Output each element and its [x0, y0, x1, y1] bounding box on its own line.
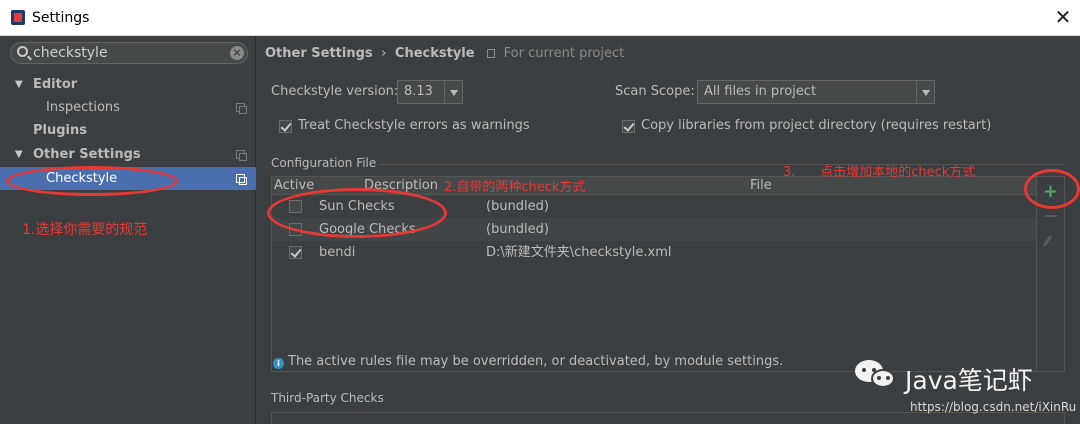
copy-libraries-label: Copy libraries from project directory (r…	[641, 118, 992, 133]
scan-scope-value: All files in project	[704, 84, 817, 99]
watermark-name: Java笔记虾	[905, 366, 1033, 395]
annotation-step3: 3. 点击增加本地的check方式	[783, 165, 976, 180]
project-settings-icon	[236, 103, 247, 114]
copy-libraries-checkbox[interactable]	[622, 120, 635, 133]
breadcrumb-parent[interactable]: Other Settings	[265, 46, 373, 61]
sidebar-item-label: Other Settings	[33, 147, 141, 162]
project-scope-icon	[487, 49, 496, 58]
search-input[interactable]: checkstyle ×	[10, 42, 248, 64]
project-settings-icon	[236, 174, 247, 185]
annotation-oval-step3	[1024, 169, 1080, 209]
watermark-url: https://blog.csdn.net/iXinRu	[910, 400, 1077, 414]
clear-search-icon[interactable]: ×	[230, 46, 244, 60]
info-icon: i	[273, 358, 284, 369]
checkstyle-version-select[interactable]: 8.13	[397, 80, 463, 104]
breadcrumb-separator: ›	[381, 46, 387, 61]
sidebar-item-label: Editor	[33, 77, 78, 92]
treat-errors-checkbox[interactable]	[279, 120, 292, 133]
expand-arrow-icon[interactable]: ▼	[15, 143, 23, 166]
checkstyle-version-value: 8.13	[404, 84, 433, 99]
sidebar-item-label: Inspections	[46, 100, 120, 115]
wechat-logo-icon	[855, 360, 901, 392]
row-file: (bundled)	[486, 199, 549, 214]
window-title: Settings	[32, 10, 90, 26]
configuration-file-title: Configuration File	[271, 156, 377, 170]
sidebar-item-plugins[interactable]: Plugins	[0, 119, 256, 142]
expand-arrow-icon[interactable]: ▼	[15, 73, 23, 96]
search-icon	[17, 46, 28, 57]
sidebar-item-other-settings[interactable]: ▼ Other Settings	[0, 143, 256, 166]
breadcrumb: Other Settings › Checkstyle For current …	[265, 46, 624, 61]
annotation-step1: 1.选择你需要的规范	[22, 222, 148, 238]
close-icon[interactable]: ✕	[1050, 4, 1076, 30]
sidebar-item-inspections[interactable]: Inspections	[0, 96, 256, 119]
active-checkbox[interactable]	[289, 246, 302, 259]
info-text: The active rules file may be overridden,…	[288, 354, 784, 369]
intellij-app-icon	[11, 10, 25, 25]
scan-scope-select[interactable]: All files in project	[697, 80, 935, 104]
chevron-down-icon[interactable]	[444, 81, 462, 103]
chevron-down-icon[interactable]	[916, 81, 934, 103]
column-header-file[interactable]: File	[750, 177, 772, 194]
edit-icon[interactable]	[1042, 235, 1053, 247]
project-settings-icon	[236, 150, 247, 161]
annotation-oval-step2	[267, 188, 447, 238]
third-party-checks-title: Third-Party Checks	[271, 391, 384, 405]
table-row[interactable]: bendi D:\新建文件夹\checkstyle.xml	[272, 241, 1036, 264]
annotation-oval-step1	[6, 166, 178, 196]
title-bar: Settings ✕	[0, 0, 1080, 36]
annotation-step2: 2.自带的两种check方式	[444, 180, 586, 195]
scan-scope-label: Scan Scope:	[615, 84, 695, 99]
sidebar-item-editor[interactable]: ▼ Editor	[0, 73, 256, 96]
breadcrumb-current: Checkstyle	[394, 46, 475, 61]
row-description: bendi	[319, 245, 356, 260]
breadcrumb-note: For current project	[503, 46, 625, 61]
row-file: (bundled)	[486, 222, 549, 237]
checkstyle-version-label: Checkstyle version:	[271, 84, 399, 99]
row-file: D:\新建文件夹\checkstyle.xml	[486, 245, 672, 260]
remove-icon[interactable]	[1045, 215, 1057, 217]
search-input-value: checkstyle	[33, 45, 108, 61]
settings-sidebar: checkstyle × ▼ Editor Inspections Plugin…	[0, 36, 256, 424]
treat-errors-label: Treat Checkstyle errors as warnings	[298, 118, 530, 133]
sidebar-item-label: Plugins	[33, 123, 87, 138]
